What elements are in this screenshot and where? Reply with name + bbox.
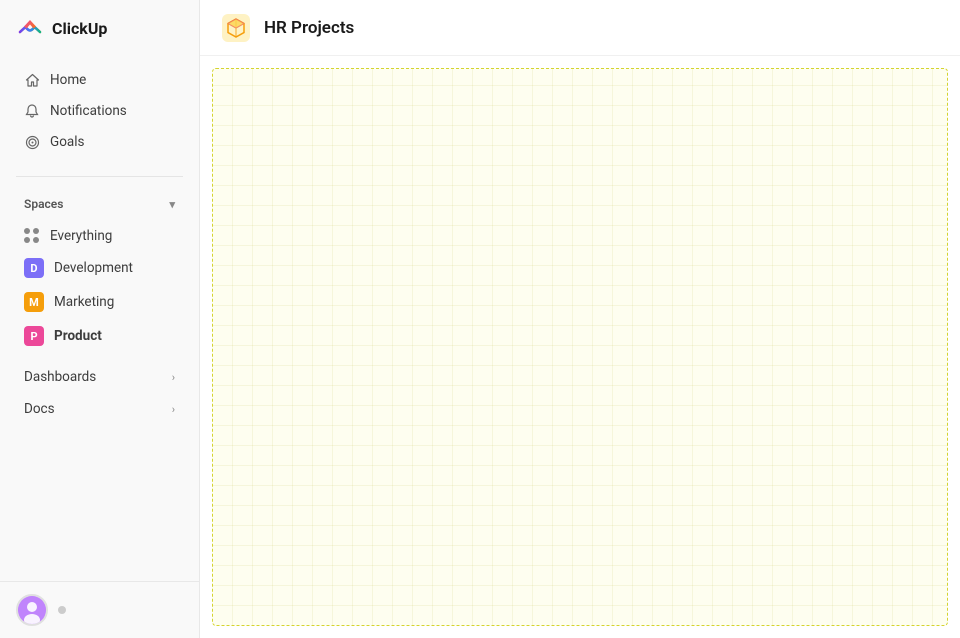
sidebar-nav: Home Notifications Goals	[0, 56, 199, 166]
sidebar-item-goals-label: Goals	[50, 134, 85, 150]
docs-label: Docs	[24, 401, 55, 417]
sidebar-item-product[interactable]: P Product	[8, 320, 191, 352]
sidebar: ClickUp Home Notifications	[0, 0, 200, 638]
clickup-logo-icon	[16, 14, 44, 42]
sidebar-item-development[interactable]: D Development	[8, 252, 191, 284]
bell-icon	[24, 103, 40, 119]
sidebar-item-home[interactable]: Home	[8, 65, 191, 95]
chevron-right-icon-docs: ›	[172, 403, 175, 416]
chevron-right-icon: ›	[172, 371, 175, 384]
sidebar-item-home-label: Home	[50, 72, 86, 88]
sidebar-item-marketing[interactable]: M Marketing	[8, 286, 191, 318]
target-icon	[24, 134, 40, 150]
home-icon	[24, 72, 40, 88]
chevron-down-icon: ▾	[169, 198, 175, 211]
sidebar-item-everything[interactable]: Everything	[8, 222, 191, 250]
sidebar-item-docs[interactable]: Docs ›	[8, 394, 191, 424]
page-title: HR Projects	[264, 18, 354, 38]
logo[interactable]: ClickUp	[0, 0, 199, 56]
status-dot	[58, 606, 66, 614]
sidebar-item-dashboards[interactable]: Dashboards ›	[8, 362, 191, 392]
avatar	[18, 596, 46, 624]
cube-icon	[220, 12, 252, 44]
user-profile[interactable]	[0, 581, 199, 638]
development-avatar: D	[24, 258, 44, 278]
sidebar-item-notifications-label: Notifications	[50, 103, 127, 119]
sidebar-item-notifications[interactable]: Notifications	[8, 96, 191, 126]
main-header: HR Projects	[200, 0, 960, 56]
dashboards-label: Dashboards	[24, 369, 96, 385]
marketing-avatar: M	[24, 292, 44, 312]
everything-dots-icon	[24, 228, 40, 244]
main-content: HR Projects	[200, 0, 960, 638]
sidebar-item-marketing-label: Marketing	[54, 294, 114, 310]
sidebar-item-product-label: Product	[54, 328, 102, 344]
product-avatar: P	[24, 326, 44, 346]
spaces-header[interactable]: Spaces ▾	[8, 191, 191, 217]
main-body	[212, 68, 948, 626]
sidebar-item-development-label: Development	[54, 260, 133, 276]
logo-text: ClickUp	[52, 19, 107, 38]
sidebar-item-goals[interactable]: Goals	[8, 127, 191, 157]
divider-1	[16, 176, 183, 177]
avatar-ring	[16, 594, 48, 626]
spaces-label: Spaces	[24, 197, 63, 211]
sidebar-item-everything-label: Everything	[50, 228, 112, 244]
